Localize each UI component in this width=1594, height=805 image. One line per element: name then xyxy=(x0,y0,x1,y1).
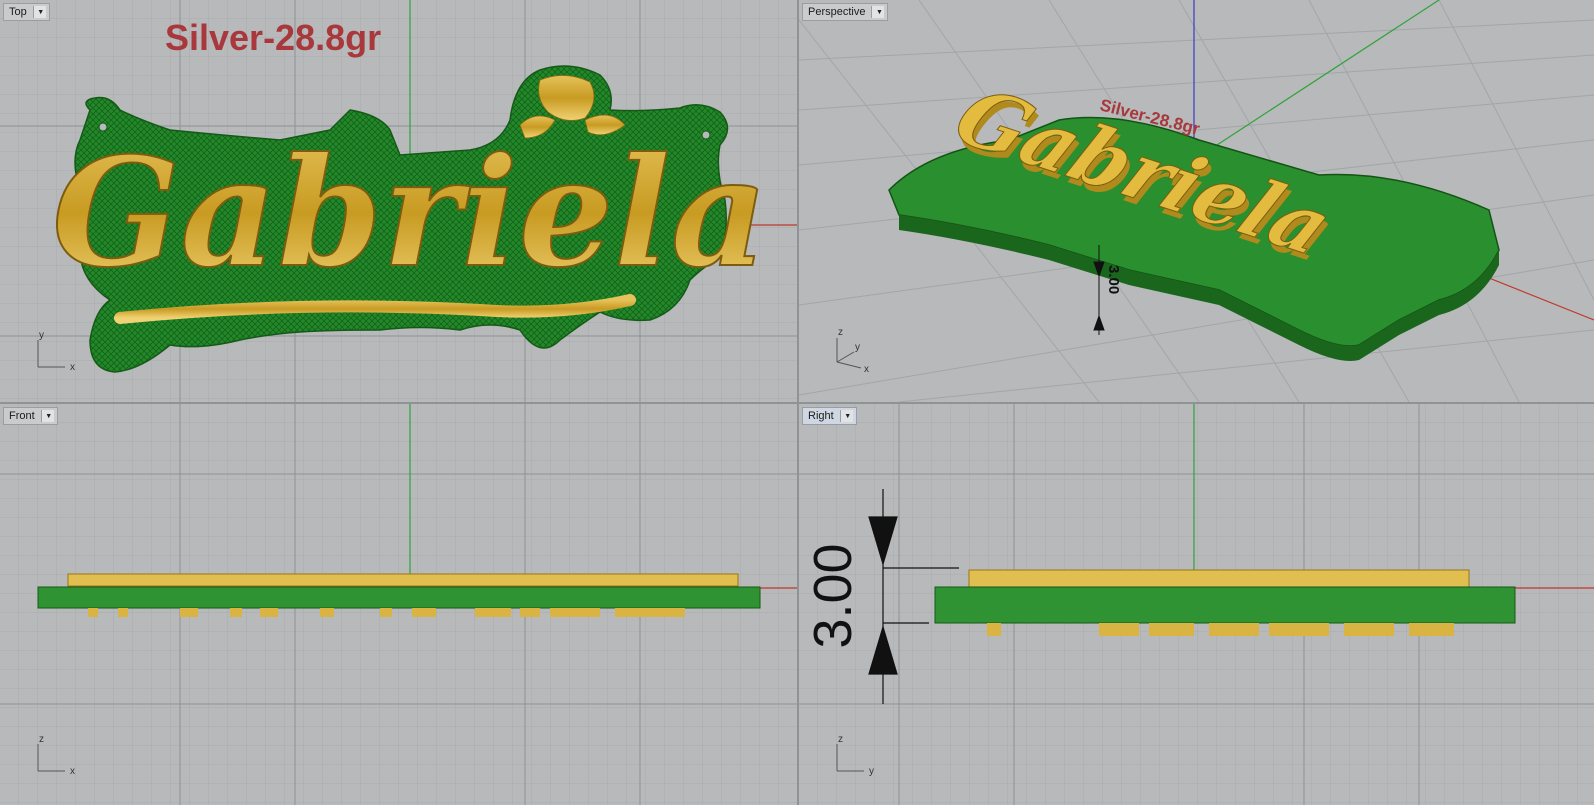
base-side-profile xyxy=(934,586,1516,624)
viewport-top[interactable]: Top ▼ Gabriela Silver-28.8gr y x xyxy=(0,0,797,402)
axis-z-label: z xyxy=(838,327,843,338)
thickness-dimension-label: 3.00 xyxy=(803,543,863,648)
axis-y-label: y xyxy=(855,342,860,353)
viewport-title-perspective[interactable]: Perspective ▼ xyxy=(802,3,889,21)
axis-x-label: x xyxy=(70,362,75,373)
axis-z-label: z xyxy=(39,734,44,745)
viewport-menu-dropdown-icon[interactable]: ▼ xyxy=(32,6,46,18)
viewport-menu-dropdown-icon[interactable]: ▼ xyxy=(40,410,54,422)
axis-y-label: y xyxy=(39,330,44,341)
axis-z-label: z xyxy=(838,734,843,745)
viewport-menu-dropdown-icon[interactable]: ▼ xyxy=(871,6,885,18)
thickness-label-3d: 3.00 xyxy=(1105,265,1122,294)
axis-x-label: x xyxy=(864,364,869,375)
viewport-perspective[interactable]: Perspective ▼ Gabriela Gabriela Silver-2… xyxy=(799,0,1594,402)
top-view-canvas: Gabriela Silver-28.8gr y x xyxy=(0,0,797,402)
viewport-title-front[interactable]: Front ▼ xyxy=(3,407,58,425)
axis-x-label: x xyxy=(70,766,75,777)
viewport-label-front: Front xyxy=(9,410,35,422)
weight-annotation: Silver-28.8gr xyxy=(165,17,381,58)
letters-side-profile xyxy=(968,569,1470,588)
viewport-label-top: Top xyxy=(9,6,27,18)
front-view-canvas: z x xyxy=(0,404,797,805)
viewport-front[interactable]: Front ▼ z x xyxy=(0,404,797,805)
perspective-view-canvas: Gabriela Gabriela Silver-28.8gr 3.00 z y… xyxy=(799,0,1594,402)
viewport-title-top[interactable]: Top ▼ xyxy=(3,3,50,21)
viewport-menu-dropdown-icon[interactable]: ▼ xyxy=(839,410,853,422)
axis-y-label: y xyxy=(869,766,874,777)
rhino-four-viewport-layout: Top ▼ Gabriela Silver-28.8gr y x Perspec… xyxy=(0,0,1594,805)
viewport-label-right: Right xyxy=(808,410,834,422)
letters-side-profile xyxy=(67,573,739,587)
viewport-title-right[interactable]: Right ▼ xyxy=(802,407,857,425)
pendant-name-top: Gabriela xyxy=(52,125,768,301)
right-view-canvas: 3.00 z y xyxy=(799,404,1594,805)
viewport-right[interactable]: Right ▼ 3.00 z y xyxy=(799,404,1594,805)
base-side-profile xyxy=(37,586,761,609)
viewport-label-perspective: Perspective xyxy=(808,6,866,18)
